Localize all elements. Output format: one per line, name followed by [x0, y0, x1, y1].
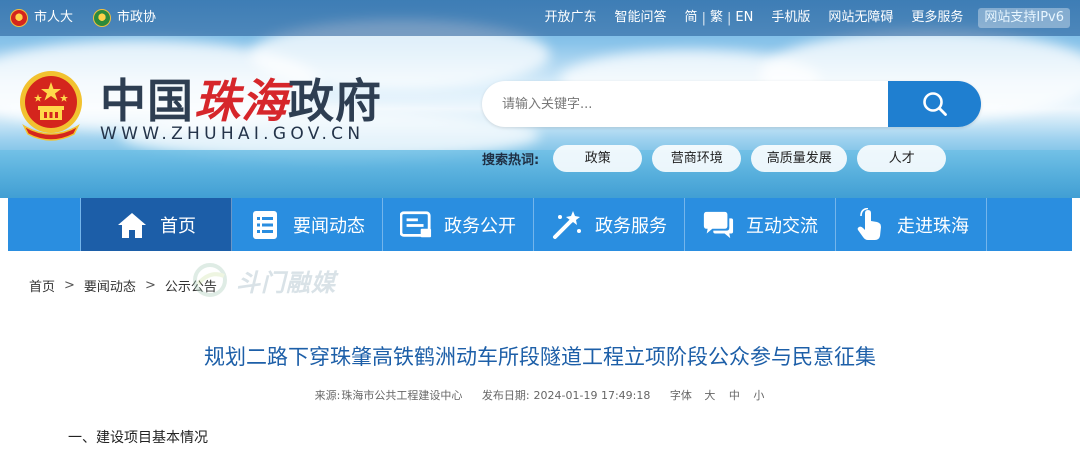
topbar-link-people-congress[interactable]: 市人大: [10, 8, 73, 28]
date-label: 发布日期:: [481, 389, 530, 402]
watermark-logo-icon: [193, 263, 227, 297]
news-list-icon: [249, 209, 281, 241]
date-value: 2024-01-19 17:49:18: [533, 389, 651, 402]
document-icon: [400, 209, 432, 241]
topbar-link-label: 市人大: [34, 10, 74, 25]
breadcrumb-home[interactable]: 首页: [29, 276, 55, 295]
section-heading: 一、建设项目基本情况: [68, 430, 208, 446]
chat-bubble-icon: [702, 209, 734, 241]
nav-item-label: 要闻动态: [293, 215, 365, 237]
nav-item-label: 政务公开: [444, 215, 516, 237]
search-icon: [922, 92, 947, 116]
nav-item-gov-disclosure[interactable]: 政务公开: [383, 198, 534, 251]
topbar-link-smart-qa[interactable]: 智能问答: [606, 8, 676, 28]
home-icon: [116, 209, 148, 241]
nav-item-interaction[interactable]: 互动交流: [685, 198, 836, 251]
national-emblem-icon: [16, 68, 86, 144]
article-title: 规划二路下穿珠肇高铁鹤洲动车所段隧道工程立项阶段公众参与民意征集: [204, 345, 876, 369]
nav-item-visit-zhuhai[interactable]: 走进珠海: [836, 198, 987, 251]
hot-word-tag[interactable]: 政策: [553, 145, 643, 172]
breadcrumb-news[interactable]: 要闻动态: [84, 276, 136, 295]
site-title-suffix: 政府: [288, 74, 382, 128]
font-size-small[interactable]: 小: [753, 389, 764, 402]
site-title-prefix: 中国: [100, 74, 194, 128]
topbar-link-english[interactable]: EN: [731, 8, 762, 28]
hot-search-words: 搜索热词: 政策 营商环境 高质量发展 人才: [482, 145, 947, 172]
nav-item-label: 首页: [160, 215, 196, 237]
font-size-medium[interactable]: 中: [729, 389, 740, 402]
nav-item-label: 政务服务: [595, 215, 667, 237]
nav-spacer: [8, 198, 81, 251]
watermark: 斗门融媒: [192, 262, 336, 298]
topbar-link-simplified[interactable]: 简: [676, 8, 702, 28]
site-title[interactable]: 中国珠海政府: [100, 76, 382, 126]
site-title-accent: 珠海: [194, 74, 288, 128]
nav-item-label: 互动交流: [746, 215, 818, 237]
font-size-label: 字体: [669, 389, 692, 402]
nav-item-home[interactable]: 首页: [81, 198, 232, 251]
magic-wand-icon: [551, 209, 583, 241]
nav-item-gov-services[interactable]: 政务服务: [534, 198, 685, 251]
hot-word-tag[interactable]: 高质量发展: [751, 145, 848, 172]
main-nav: 首页 要闻动态 政务公开 政务服务 互动交流 走进珠海: [8, 198, 1072, 251]
source-value: 珠海市公共工程建设中心: [341, 389, 463, 402]
hot-word-tag[interactable]: 营商环境: [652, 145, 742, 172]
watermark-text: 斗门融媒: [236, 268, 336, 297]
hot-word-tag[interactable]: 人才: [857, 145, 947, 172]
article-meta: 来源:珠海市公共工程建设中心 发布日期: 2024-01-19 17:49:18 …: [0, 387, 1080, 403]
site-url: WWW.ZHUHAI.GOV.CN: [100, 124, 365, 144]
breadcrumb-separator: >: [144, 278, 156, 293]
topbar-link-accessibility[interactable]: 网站无障碍: [819, 8, 902, 28]
divider: |: [701, 10, 706, 26]
ipv6-badge: 网站支持IPv6: [978, 8, 1070, 28]
breadcrumb-separator: >: [64, 278, 75, 293]
search-box: [482, 81, 981, 127]
cppcc-emblem-icon: [93, 9, 112, 27]
topbar-link-cppcc[interactable]: 市政协: [93, 8, 156, 28]
nav-item-label: 走进珠海: [897, 215, 969, 237]
top-utility-bar: 市人大 市政协 开放广东 智能问答 简 | 繁 | EN 手机版 网站无障碍 更…: [0, 0, 1080, 36]
topbar-link-mobile[interactable]: 手机版: [762, 8, 819, 28]
divider: |: [726, 10, 732, 26]
topbar-link-open-guangdong[interactable]: 开放广东: [536, 8, 606, 28]
topbar-link-traditional[interactable]: 繁: [706, 8, 727, 28]
hot-search-label: 搜索热词:: [482, 153, 540, 168]
breadcrumb: 首页 > 要闻动态 > 公示公告: [29, 276, 217, 295]
source-label: 来源:: [314, 389, 341, 402]
font-size-large[interactable]: 大: [704, 389, 715, 402]
people-congress-emblem-icon: [10, 9, 28, 27]
hand-pointer-icon: [853, 207, 885, 241]
topbar-link-label: 市政协: [117, 10, 157, 25]
topbar-link-more-services[interactable]: 更多服务: [902, 8, 972, 28]
search-button[interactable]: [888, 81, 981, 127]
search-input[interactable]: [502, 81, 882, 127]
nav-item-news[interactable]: 要闻动态: [232, 198, 383, 251]
